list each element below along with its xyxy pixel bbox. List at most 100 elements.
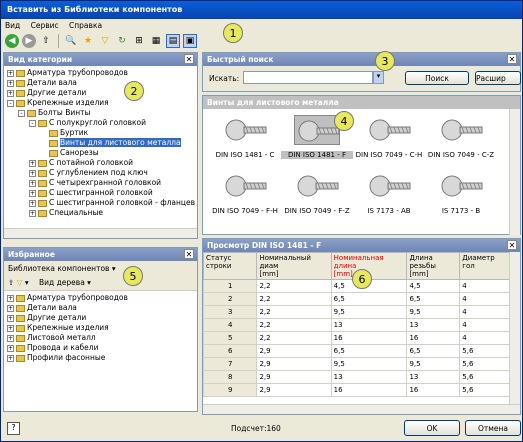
component-thumbnail[interactable]: DIN ISO 7049 - F-H bbox=[209, 171, 281, 215]
tree-view-icon[interactable]: ⊞ bbox=[132, 34, 146, 48]
vertical-scrollbar[interactable] bbox=[509, 252, 520, 404]
table-row[interactable]: 4 2,2 13 13 4 bbox=[203, 318, 510, 332]
table-cell: 5,6 bbox=[459, 344, 510, 358]
expand-icon[interactable]: + bbox=[7, 334, 14, 342]
search-icon[interactable]: 🔍 bbox=[64, 34, 78, 48]
vertical-scrollbar[interactable] bbox=[509, 109, 520, 235]
expand-icon[interactable]: + bbox=[7, 79, 14, 87]
column-header[interactable]: Номинальный диам [mm] bbox=[256, 252, 332, 280]
expand-icon[interactable]: + bbox=[7, 344, 14, 352]
expand-icon[interactable]: + bbox=[29, 179, 36, 187]
expand-icon[interactable]: + bbox=[29, 159, 36, 167]
favorite-star-icon[interactable]: ★ bbox=[81, 34, 95, 48]
tree-item[interactable]: + Профили фасонные bbox=[7, 353, 194, 363]
tree-item[interactable]: + Провода и кабели bbox=[7, 343, 194, 353]
folder-icon bbox=[49, 139, 58, 147]
refresh-icon[interactable]: ↻ bbox=[115, 34, 129, 48]
filter-icon[interactable]: ▽ bbox=[98, 34, 112, 48]
tree-item[interactable]: - Крепежные изделия bbox=[7, 98, 194, 108]
up-folder-icon[interactable]: ⇧ bbox=[39, 34, 53, 48]
table-row[interactable]: 7 2,9 9,5 9,5 5,6 bbox=[203, 357, 510, 371]
horizontal-scrollbar[interactable] bbox=[203, 404, 520, 414]
tree-item[interactable]: Буртик bbox=[7, 128, 194, 138]
tree-item[interactable]: + Другие детали bbox=[7, 88, 194, 98]
expand-icon[interactable]: + bbox=[7, 304, 14, 312]
tree-item[interactable]: + С шестигранной головкой - фланцев bbox=[7, 198, 195, 208]
table-row[interactable]: 3 2,2 9,5 9,5 4 bbox=[203, 305, 510, 319]
menu-help[interactable]: Справка bbox=[69, 21, 102, 30]
ok-button[interactable]: OK bbox=[404, 420, 460, 436]
cancel-button[interactable]: Отмена bbox=[465, 420, 521, 436]
filter-icon[interactable]: ▽ bbox=[17, 278, 23, 287]
horizontal-scrollbar[interactable] bbox=[4, 228, 197, 238]
close-icon[interactable]: ✕ bbox=[507, 240, 517, 250]
forward-icon[interactable]: ▶ bbox=[22, 34, 36, 48]
search-dropdown-icon[interactable]: ▾ bbox=[373, 71, 384, 84]
help-icon[interactable]: ? bbox=[7, 422, 20, 435]
preview-toggle-icon[interactable]: ▣ bbox=[183, 34, 197, 48]
expand-icon[interactable]: + bbox=[7, 294, 14, 302]
tree-item[interactable]: + Специальные bbox=[7, 208, 194, 218]
component-thumbnail[interactable]: DIN ISO 7049 - F-Z bbox=[281, 171, 353, 215]
expand-icon[interactable]: + bbox=[29, 199, 36, 207]
search-button[interactable]: Поиск bbox=[405, 71, 469, 85]
table-row[interactable]: 5 2,2 16 16 4 bbox=[203, 331, 510, 345]
component-thumbnail[interactable]: DIN ISO 1481 - C bbox=[209, 115, 281, 159]
close-icon[interactable]: ✕ bbox=[184, 54, 194, 64]
table-view-icon[interactable]: ▦ bbox=[149, 34, 163, 48]
up-icon[interactable]: ⇧ bbox=[8, 278, 14, 287]
component-thumbnail[interactable]: DIN ISO 7049 - C-Z bbox=[425, 115, 497, 159]
column-header[interactable]: Длина резьбы [mm] bbox=[406, 252, 461, 280]
tree-item[interactable]: + Детали вала bbox=[7, 78, 194, 88]
menu-service[interactable]: Сервис bbox=[31, 21, 59, 30]
tree-item[interactable]: + Крепежные изделия bbox=[7, 323, 194, 333]
tree-item[interactable]: + Детали вала bbox=[7, 303, 194, 313]
expand-icon[interactable]: + bbox=[29, 169, 36, 177]
table-row[interactable]: 2 2,2 6,5 6,5 4 bbox=[203, 292, 510, 306]
table-row[interactable]: 6 2,9 6,5 6,5 5,6 bbox=[203, 344, 510, 358]
expand-icon[interactable]: + bbox=[7, 69, 14, 77]
table-row[interactable]: 9 2,9 16 16 5,6 bbox=[203, 383, 510, 397]
close-icon[interactable]: ✕ bbox=[184, 249, 194, 259]
component-thumbnail[interactable]: IS 7173 - B bbox=[425, 171, 497, 215]
tree-view-dropdown[interactable]: Вид дерева ▾ bbox=[39, 278, 91, 287]
expand-icon[interactable]: + bbox=[7, 314, 14, 322]
tree-item[interactable]: - Болты Винты bbox=[7, 108, 194, 118]
component-label: IS 7173 - B bbox=[441, 207, 481, 215]
expand-icon[interactable]: + bbox=[7, 324, 14, 332]
close-icon[interactable]: ✕ bbox=[507, 54, 517, 64]
tree-item[interactable]: + Другие детали bbox=[7, 313, 194, 323]
screw-icon bbox=[222, 171, 268, 201]
library-dropdown[interactable]: Библиотека компонентов ▾ bbox=[4, 261, 197, 276]
column-header[interactable]: Статус строки bbox=[203, 252, 258, 280]
table-row[interactable]: 8 2,9 13 13 5,6 bbox=[203, 370, 510, 384]
collapse-icon[interactable]: - bbox=[29, 119, 36, 127]
component-thumbnail[interactable]: DIN ISO 7049 - C-H bbox=[353, 115, 425, 159]
tree-item[interactable]: + Арматура трубопроводов bbox=[7, 293, 194, 303]
screw-icon bbox=[366, 171, 412, 201]
tree-item[interactable]: + Листовой металл bbox=[7, 333, 194, 343]
tree-item[interactable]: + Арматура трубопроводов bbox=[7, 68, 194, 78]
tree-item[interactable]: + С шестигранной головкой bbox=[7, 188, 194, 198]
advanced-search-button[interactable]: Расшир bbox=[475, 71, 521, 85]
collapse-icon[interactable]: - bbox=[18, 109, 25, 117]
expand-icon[interactable]: + bbox=[29, 209, 36, 217]
expand-icon[interactable]: + bbox=[7, 354, 14, 362]
collapse-icon[interactable]: - bbox=[7, 99, 14, 107]
table-cell: 13 bbox=[330, 370, 408, 384]
tree-item[interactable]: - С полукруглой головкой bbox=[7, 118, 194, 128]
expand-icon[interactable]: + bbox=[29, 189, 36, 197]
tree-item[interactable]: Винты для листового металла bbox=[7, 138, 194, 148]
tree-item[interactable]: + С четырехгранной головкой bbox=[7, 178, 194, 188]
back-icon[interactable]: ◀ bbox=[5, 34, 19, 48]
menu-view[interactable]: Вид bbox=[5, 21, 20, 30]
search-input[interactable] bbox=[243, 71, 373, 84]
component-thumbnail[interactable]: IS 7173 - AB bbox=[353, 171, 425, 215]
tree-item[interactable]: + С углублением под ключ bbox=[7, 168, 194, 178]
expand-icon[interactable]: + bbox=[7, 89, 14, 97]
tree-item[interactable]: + С потайной головкой bbox=[7, 158, 194, 168]
category-tree: + Арматура трубопроводов + Детали вала + Друг… bbox=[4, 66, 197, 220]
column-header[interactable]: Диаметр гол bbox=[459, 252, 510, 280]
tree-item[interactable]: Санорезы bbox=[7, 148, 194, 158]
layout-toggle-icon[interactable]: ▤ bbox=[166, 34, 180, 48]
